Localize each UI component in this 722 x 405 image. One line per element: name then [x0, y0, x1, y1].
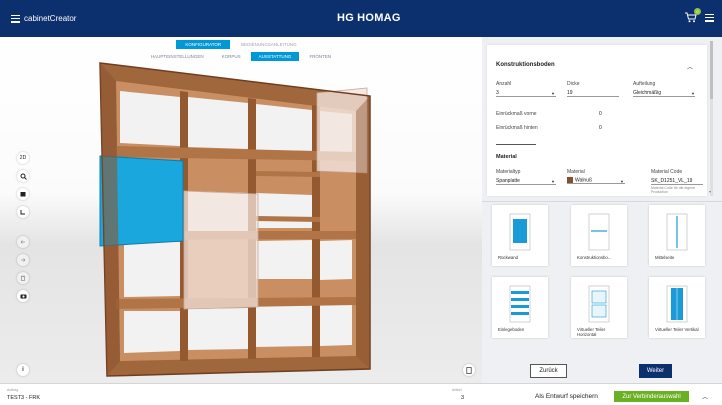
tab-konfigurator[interactable]: KONFIGURATOR: [176, 40, 231, 49]
footer-expand-chevron-icon[interactable]: ︿: [702, 392, 708, 401]
brand-name: HOMAG: [357, 12, 401, 24]
delete-icon[interactable]: [17, 272, 29, 284]
cube-view-icon[interactable]: [17, 188, 29, 200]
material-code-note: Material Code für die eigene Produktion: [651, 186, 695, 194]
viewport-3d[interactable]: KONFIGURATOR BEDIENUNGSANLEITUNG HAUPTEI…: [0, 37, 482, 383]
aufteilung-caret-icon: ▼: [691, 91, 695, 96]
tile-label: Virtueller Teiler Horizontal: [577, 327, 606, 337]
panel-divider: [482, 201, 722, 202]
einrueck-hinten-label: Einrückmaß hinten: [496, 125, 538, 131]
main-menu-icon[interactable]: [705, 13, 714, 22]
properties-scrollbar[interactable]: [710, 41, 713, 196]
material-code-label: Material Code: [651, 169, 683, 175]
camera-icon[interactable]: [17, 290, 29, 302]
einrueck-vorne-input[interactable]: 0: [599, 111, 639, 117]
measure-icon[interactable]: [17, 206, 29, 218]
tile-label: Rückwand: [498, 255, 519, 260]
anzahl-caret-icon: ▼: [551, 91, 555, 96]
materialtyp-select[interactable]: Spanplatte: [496, 178, 556, 185]
connector-selection-button[interactable]: Zur Verbinderauswahl: [614, 391, 689, 402]
dicke-input[interactable]: 19: [567, 90, 619, 97]
tile-virtueller-teiler-horizontal[interactable]: Virtueller Teiler Horizontal: [571, 277, 627, 338]
artikel-label: Artikel: [452, 388, 462, 392]
materialtyp-label: Materialtyp: [496, 169, 521, 175]
material-code-input[interactable]: SK_D1251_VL_19: [651, 178, 703, 185]
material-label: Material: [567, 169, 585, 175]
mittelseite-icon: [666, 213, 688, 251]
cart-badge: 0: [694, 8, 701, 15]
auftrag-value: TEST3 - FRK: [7, 395, 41, 401]
konstruktionsboden-icon: [588, 213, 610, 251]
aufteilung-select[interactable]: Gleichmäßig: [633, 90, 695, 97]
app-menu-button[interactable]: cabinetCreator: [11, 14, 76, 23]
tile-label: Konstruktionsbo...: [577, 255, 612, 260]
view-2d-button[interactable]: 2D: [17, 152, 29, 164]
shelf-3d-model[interactable]: [80, 51, 380, 381]
tile-mittelseite[interactable]: Mittelseite: [649, 205, 705, 266]
material-select[interactable]: Walnuß: [567, 177, 625, 185]
document-icon[interactable]: [463, 364, 475, 376]
auftrag-label: Auftrag: [7, 388, 19, 392]
einrueck-vorne-label: Einrückmaß vorne: [496, 111, 537, 117]
properties-card: Konstruktionsboden ︿ Anzahl 3 ▼ Dicke 19…: [487, 45, 707, 196]
anzahl-label: Anzahl: [496, 81, 512, 87]
tile-konstruktionsboden[interactable]: Konstruktionsbo...: [571, 205, 627, 266]
material-value: Walnuß: [575, 177, 593, 184]
tile-label: Virtueller Teiler Vertikal: [655, 327, 699, 332]
view-tools: 2D: [17, 152, 29, 302]
app-title: cabinetCreator: [24, 14, 77, 23]
cart-button[interactable]: 0: [685, 8, 701, 23]
footer-bar: Auftrag TEST3 - FRK Artikel 3 Als Entwur…: [0, 383, 722, 405]
artikel-value: 3: [461, 395, 465, 401]
brand-logo-mark: HG: [337, 12, 355, 24]
tile-label: Mittelseite: [655, 255, 675, 260]
properties-title: Konstruktionsboden: [496, 62, 555, 68]
einrueck-hinten-input[interactable]: 0: [599, 125, 639, 131]
tile-einlegeboden[interactable]: Einlegeboden: [492, 277, 548, 338]
zoom-icon[interactable]: [17, 170, 29, 182]
material-heading: Material: [496, 154, 517, 160]
info-icon[interactable]: i: [17, 364, 29, 376]
next-button[interactable]: Weiter: [639, 364, 672, 378]
tab-bedienungsanleitung[interactable]: BEDIENUNGSANLEITUNG: [232, 40, 306, 49]
einlegeboden-icon: [509, 285, 531, 323]
app-menu-icon: [11, 14, 20, 23]
aufteilung-label: Aufteilung: [633, 81, 656, 87]
material-swatch: [567, 177, 573, 183]
back-button[interactable]: Zurück: [530, 364, 567, 378]
collapse-chevron-icon[interactable]: ︿: [687, 62, 693, 71]
redo-icon[interactable]: [17, 254, 29, 266]
anzahl-select[interactable]: 3: [496, 90, 556, 97]
virtueller-teiler-horizontal-icon: [588, 285, 610, 323]
dicke-label: Dicke: [567, 81, 580, 87]
undo-icon[interactable]: [17, 236, 29, 248]
material-caret-icon: ▼: [620, 179, 624, 184]
materialtyp-caret-icon: ▼: [551, 179, 555, 184]
brand-logo: HG HOMAG: [337, 12, 401, 24]
scroll-down-icon[interactable]: ▾: [709, 189, 711, 194]
tile-virtueller-teiler-vertikal[interactable]: Virtueller Teiler Vertikal: [649, 277, 705, 338]
tile-label: Einlegeboden: [498, 327, 525, 332]
rueckwand-icon: [509, 213, 531, 251]
virtueller-teiler-vertikal-icon: [666, 285, 688, 323]
tile-rueckwand[interactable]: Rückwand: [492, 205, 548, 266]
top-bar: cabinetCreator HG HOMAG 0: [0, 0, 722, 37]
right-panel: Konstruktionsboden ︿ Anzahl 3 ▼ Dicke 19…: [482, 37, 722, 383]
save-draft-button[interactable]: Als Entwurf speichern: [535, 393, 598, 400]
section-divider: [496, 144, 536, 145]
